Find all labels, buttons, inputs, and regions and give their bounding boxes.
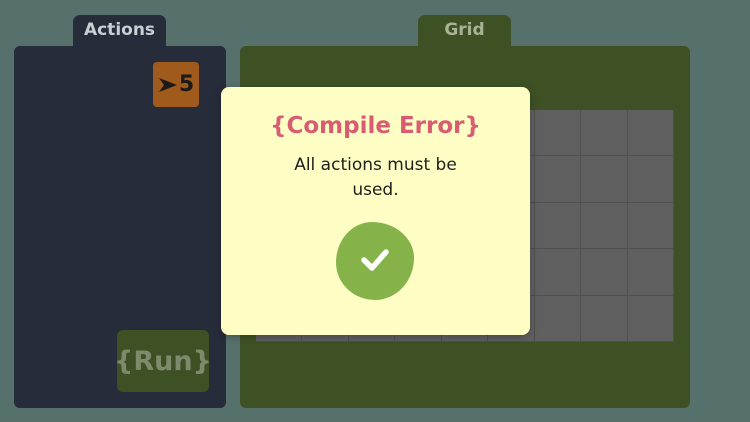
dialog-title: {Compile Error} — [270, 113, 481, 139]
action-card-count: 5 — [178, 72, 195, 97]
grid-cell[interactable] — [581, 202, 628, 250]
grid-cell[interactable] — [534, 295, 582, 342]
tab-grid[interactable]: Grid — [418, 15, 511, 47]
grid-cell[interactable] — [581, 110, 628, 157]
action-card-move[interactable]: 5 — [153, 62, 199, 107]
checkmark-icon — [358, 242, 392, 280]
run-button[interactable]: {Run} — [114, 330, 212, 392]
grid-cell[interactable] — [581, 295, 628, 342]
arrow-right-icon — [158, 77, 178, 93]
tab-actions-label: Actions — [83, 20, 156, 40]
tab-grid-label: Grid — [444, 20, 485, 40]
grid-cell[interactable] — [627, 110, 674, 157]
tab-actions[interactable]: Actions — [73, 15, 166, 47]
compile-error-dialog: {Compile Error} All actions must be used… — [221, 87, 530, 335]
grid-cell[interactable] — [627, 156, 674, 203]
grid-cell[interactable] — [581, 249, 628, 296]
grid-cell[interactable] — [627, 249, 674, 296]
grid-cell[interactable] — [627, 202, 674, 250]
grid-cell[interactable] — [581, 156, 628, 203]
grid-cell[interactable] — [627, 295, 674, 342]
confirm-button[interactable] — [336, 222, 414, 300]
grid-cell[interactable] — [534, 110, 582, 157]
actions-panel: 5 {Run} — [14, 46, 226, 408]
grid-cell[interactable] — [534, 202, 582, 250]
grid-cell[interactable] — [534, 156, 582, 203]
dialog-message: All actions must be used. — [294, 155, 457, 200]
grid-cell[interactable] — [534, 249, 582, 296]
run-button-label: {Run} — [114, 345, 212, 377]
